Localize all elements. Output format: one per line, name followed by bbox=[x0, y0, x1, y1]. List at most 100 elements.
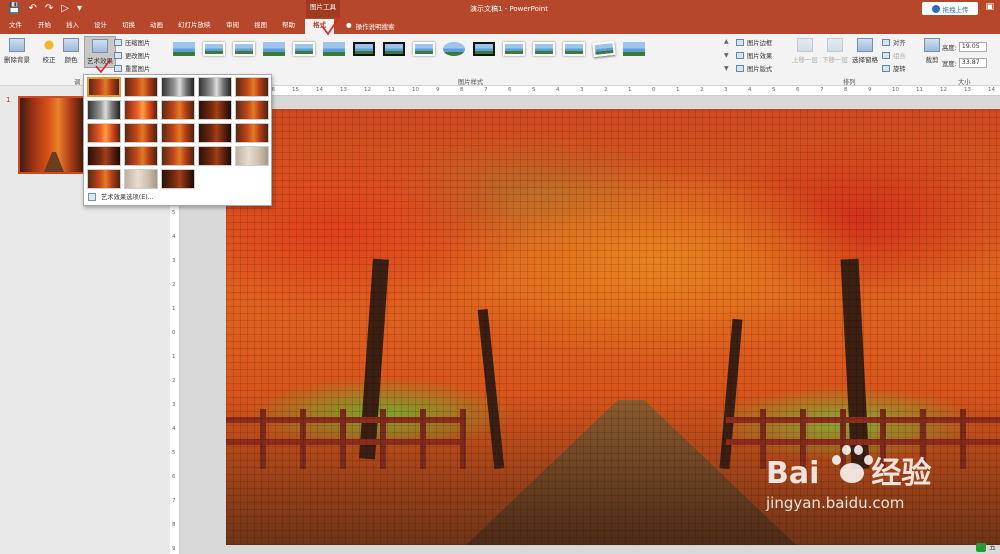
group-button[interactable]: 组合 bbox=[882, 51, 906, 60]
tab-home[interactable]: 开始 bbox=[38, 21, 51, 30]
annotation-check-mark bbox=[95, 59, 111, 74]
change-picture-button[interactable]: 更改图片 bbox=[114, 51, 150, 60]
ruler-tick: 7 bbox=[172, 498, 176, 504]
ruler-tick: 3 bbox=[172, 402, 176, 408]
gallery-scroll[interactable]: ▲ ▼ ▼ bbox=[724, 38, 732, 72]
remove-background-button[interactable]: 删除背景 bbox=[4, 38, 30, 64]
rotate-button[interactable]: 旋转 bbox=[882, 64, 906, 73]
slide-thumbnail[interactable] bbox=[18, 96, 86, 174]
lightbulb-icon: ● bbox=[346, 21, 352, 29]
artistic-effects-menu: 艺术效果选项(E)... bbox=[83, 74, 272, 206]
tell-me-search[interactable]: ● 操作说明搜索 bbox=[346, 21, 395, 31]
effect-item[interactable] bbox=[198, 123, 232, 143]
width-field[interactable]: 宽度: 33.87 bbox=[942, 58, 987, 68]
redo-icon[interactable]: ↷ bbox=[45, 3, 53, 15]
picture-style-thumb[interactable] bbox=[500, 38, 527, 60]
picture-style-thumb[interactable] bbox=[470, 38, 497, 60]
effect-item[interactable] bbox=[198, 77, 232, 97]
effect-item[interactable] bbox=[235, 146, 269, 166]
tab-animations[interactable]: 动画 bbox=[150, 21, 163, 30]
picture-layout-button[interactable]: 图片版式 bbox=[736, 64, 772, 73]
send-backward-button[interactable]: 下移一层 bbox=[822, 38, 848, 64]
picture-style-thumb[interactable] bbox=[260, 38, 287, 60]
effect-item[interactable] bbox=[161, 100, 195, 120]
effect-item[interactable] bbox=[235, 100, 269, 120]
picture-style-thumb[interactable] bbox=[410, 38, 437, 60]
effect-item[interactable] bbox=[124, 169, 158, 189]
effect-item[interactable] bbox=[235, 77, 269, 97]
reset-picture-button[interactable]: 重置图片 bbox=[114, 64, 150, 73]
effect-item[interactable] bbox=[161, 77, 195, 97]
effect-item[interactable] bbox=[161, 146, 195, 166]
effect-item[interactable] bbox=[124, 146, 158, 166]
effect-item[interactable] bbox=[124, 77, 158, 97]
tab-insert[interactable]: 插入 bbox=[66, 21, 79, 30]
tab-review[interactable]: 审阅 bbox=[226, 21, 239, 30]
compress-icon bbox=[114, 39, 122, 46]
picture-style-thumb[interactable] bbox=[350, 38, 377, 60]
customize-qat-icon[interactable]: ▾ bbox=[77, 3, 82, 15]
effect-item[interactable] bbox=[87, 100, 121, 120]
tab-file[interactable]: 文件 bbox=[9, 21, 22, 30]
effect-item[interactable] bbox=[161, 169, 195, 189]
picture-style-thumb[interactable] bbox=[560, 38, 587, 60]
picture-style-thumb[interactable] bbox=[200, 38, 227, 60]
tab-help[interactable]: 帮助 bbox=[282, 21, 295, 30]
remove-background-icon bbox=[9, 38, 25, 52]
ruler-tick: 8 bbox=[172, 522, 176, 528]
effect-item[interactable] bbox=[87, 146, 121, 166]
effect-none[interactable] bbox=[87, 77, 121, 97]
artistic-effects-options[interactable]: 艺术效果选项(E)... bbox=[88, 192, 154, 201]
height-field[interactable]: 高度: 19.05 bbox=[942, 42, 987, 52]
undo-icon[interactable]: ↶ bbox=[28, 3, 36, 15]
effect-item[interactable] bbox=[161, 123, 195, 143]
effect-item[interactable] bbox=[235, 123, 269, 143]
upload-button[interactable]: 拖拽上传 bbox=[922, 2, 978, 15]
effect-item[interactable] bbox=[87, 169, 121, 189]
more-icon[interactable]: ▼ bbox=[724, 65, 732, 72]
rotate-icon bbox=[882, 65, 890, 72]
tab-design[interactable]: 设计 bbox=[94, 21, 107, 30]
effect-item[interactable] bbox=[87, 123, 121, 143]
ruler-tick: 1 bbox=[172, 354, 176, 360]
ruler-tick: 6 bbox=[172, 474, 176, 480]
ruler-tick: 5 bbox=[772, 87, 776, 93]
picture-style-thumb[interactable] bbox=[290, 38, 317, 60]
effect-item[interactable] bbox=[124, 100, 158, 120]
picture-border-button[interactable]: 图片边框 bbox=[736, 38, 772, 47]
picture-style-thumb[interactable] bbox=[230, 38, 257, 60]
save-icon[interactable]: 💾 bbox=[8, 3, 20, 15]
effect-item[interactable] bbox=[198, 100, 232, 120]
bring-forward-button[interactable]: 上移一层 bbox=[792, 38, 818, 64]
picture-style-thumb[interactable] bbox=[380, 38, 407, 60]
tab-view[interactable]: 视图 bbox=[254, 21, 267, 30]
picture-style-thumb[interactable] bbox=[170, 38, 197, 60]
crop-button[interactable]: 裁剪 bbox=[924, 38, 940, 64]
align-button[interactable]: 对齐 bbox=[882, 38, 906, 47]
compress-pictures-button[interactable]: 压缩图片 bbox=[114, 38, 150, 47]
selection-pane-button[interactable]: 选择窗格 bbox=[852, 38, 878, 64]
picture-style-thumb[interactable] bbox=[440, 38, 467, 60]
ruler-tick: 11 bbox=[916, 87, 923, 93]
change-picture-icon bbox=[114, 52, 122, 59]
picture-effects-button[interactable]: 图片效果 bbox=[736, 51, 772, 60]
ruler-tick: 14 bbox=[316, 87, 323, 93]
picture-style-thumb[interactable] bbox=[530, 38, 557, 60]
effect-item[interactable] bbox=[124, 123, 158, 143]
chevron-down-icon[interactable]: ▼ bbox=[724, 52, 732, 59]
picture-style-thumb[interactable] bbox=[590, 38, 617, 60]
corrections-button[interactable]: 校正 bbox=[41, 38, 57, 64]
tab-transitions[interactable]: 切换 bbox=[122, 21, 135, 30]
color-button[interactable]: 颜色 bbox=[63, 38, 79, 64]
picture-style-thumb[interactable] bbox=[620, 38, 647, 60]
border-icon bbox=[736, 39, 744, 46]
ime-status[interactable]: 五 bbox=[976, 542, 996, 552]
ruler-tick: 9 bbox=[868, 87, 872, 93]
start-from-beginning-icon[interactable]: ▷ bbox=[61, 3, 69, 15]
effect-item[interactable] bbox=[198, 146, 232, 166]
tab-slideshow[interactable]: 幻灯片放映 bbox=[178, 21, 211, 30]
ruler-tick: 1 bbox=[628, 87, 632, 93]
picture-style-thumb[interactable] bbox=[320, 38, 347, 60]
ribbon-display-options-icon[interactable]: ▣ bbox=[985, 2, 994, 12]
chevron-up-icon[interactable]: ▲ bbox=[724, 38, 732, 45]
